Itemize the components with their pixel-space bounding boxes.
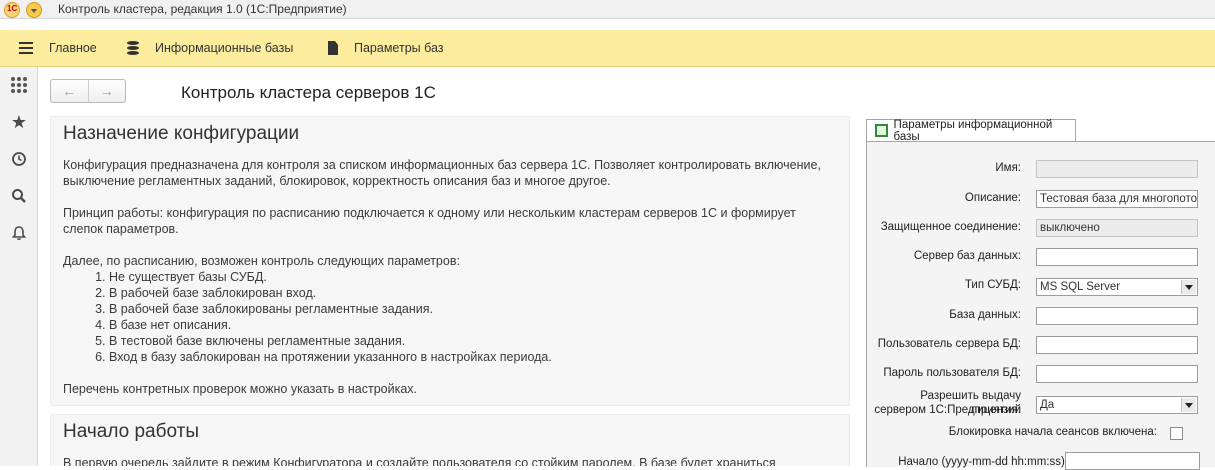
section-main-label: Главное	[49, 41, 97, 55]
tools-panel: ★	[0, 67, 38, 466]
forward-button[interactable]: →	[89, 80, 126, 102]
license-label-line-2: сервером 1С:Предприятия:	[874, 404, 1021, 416]
dbms-type-label: Тип СУБД:	[964, 279, 1021, 291]
start-heading: Начало работы	[63, 421, 200, 442]
db-user-field[interactable]	[1036, 336, 1198, 354]
purpose-paragraph-1-line-2: выключение регламентных заданий, блокиро…	[63, 174, 611, 188]
menu-icon	[19, 42, 33, 54]
search-icon[interactable]	[9, 186, 29, 206]
session-lock-checkbox[interactable]	[1170, 427, 1183, 440]
check-list: Не существует базы СУБД. В рабочей базе …	[63, 269, 841, 365]
start-paragraph-1: В первую очередь зайдите в режим Конфигу…	[63, 456, 776, 466]
description-label: Описание:	[964, 192, 1021, 204]
notifications-bell-icon[interactable]	[9, 223, 29, 243]
section-main[interactable]: Главное	[19, 30, 97, 66]
start-block: Начало работы В первую очередь зайдите в…	[50, 414, 850, 466]
secure-connection-field[interactable]: выключено	[1036, 219, 1198, 237]
app-logo-icon: 1С	[4, 2, 20, 18]
section-base-params-label: Параметры баз	[354, 41, 444, 55]
window-title: Контроль кластера, редакция 1.0 (1С:Пред…	[58, 2, 347, 16]
chevron-down-icon[interactable]	[1181, 398, 1196, 412]
database-icon	[127, 40, 139, 56]
purpose-paragraph-1-line-1: Конфигурация предназначена для контроля …	[63, 158, 821, 172]
description-content: Назначение конфигурации Конфигурация пре…	[50, 116, 850, 466]
list-item: В рабочей базе заблокирован вход.	[109, 285, 841, 301]
purpose-heading: Назначение конфигурации	[63, 123, 300, 144]
page-title: Контроль кластера серверов 1С	[181, 83, 436, 102]
purpose-paragraph-2-line-1: Принцип работы: конфигурация по расписан…	[63, 206, 796, 220]
license-value: Да	[1040, 399, 1055, 411]
database-label: База данных:	[949, 309, 1021, 321]
purpose-paragraph-4: Перечень контретных проверок можно указа…	[63, 382, 418, 396]
database-field[interactable]	[1036, 307, 1198, 325]
start-time-label: Начало (yyyy-mm-dd hh:mm:ss):	[898, 456, 1068, 468]
purpose-paragraph-2-line-2: слепок параметров.	[63, 222, 179, 236]
tab-infobase-params[interactable]: Параметры информационной базы	[866, 118, 1076, 143]
list-item: Вход в базу заблокирован на протяжении у…	[109, 349, 841, 365]
list-item: Не существует базы СУБД.	[109, 269, 841, 285]
dbms-type-value: MS SQL Server	[1040, 281, 1121, 293]
section-infobases-label: Информационные базы	[155, 41, 294, 55]
document-icon	[328, 41, 338, 55]
list-item: В рабочей базе заблокированы регламентны…	[109, 301, 841, 317]
name-label: Имя:	[995, 162, 1021, 174]
list-item: В тестовой базе включены регламентные за…	[109, 333, 841, 349]
db-password-label: Пароль пользователя БД:	[883, 367, 1021, 379]
section-base-params[interactable]: Параметры баз	[328, 30, 444, 66]
chevron-down-icon[interactable]	[1181, 280, 1196, 294]
purpose-paragraph-3: Далее, по расписанию, возможен контроль …	[63, 254, 460, 268]
list-item: В базе нет описания.	[109, 317, 841, 333]
window-title-bar: 1С Контроль кластера, редакция 1.0 (1С:П…	[0, 0, 1215, 19]
section-infobases[interactable]: Информационные базы	[127, 30, 293, 66]
name-field[interactable]	[1036, 160, 1198, 178]
infobase-params-form: Имя: Описание: Тестовая база для многопо…	[866, 141, 1215, 470]
apps-grid-icon[interactable]	[9, 75, 29, 95]
dbms-type-select[interactable]: MS SQL Server	[1036, 278, 1198, 296]
tab-infobase-params-label: Параметры информационной базы	[893, 118, 1053, 143]
start-time-field[interactable]	[1065, 452, 1200, 470]
sections-panel: Главное Информационные базы Параметры ба…	[0, 30, 1215, 67]
navigation-buttons: ← →	[50, 79, 126, 103]
app-logo-text: 1С	[7, 4, 18, 13]
session-lock-label: Блокировка начала сеансов включена:	[948, 426, 1157, 438]
back-button[interactable]: ←	[51, 80, 89, 102]
secure-connection-label: Защищенное соединение:	[880, 221, 1021, 233]
main-menu-dropdown-icon[interactable]	[26, 2, 42, 18]
purpose-block: Назначение конфигурации Конфигурация пре…	[50, 116, 850, 406]
db-password-field[interactable]	[1036, 365, 1198, 383]
history-icon[interactable]	[9, 149, 29, 169]
favorites-star-icon[interactable]: ★	[9, 112, 29, 132]
db-server-field[interactable]	[1036, 248, 1198, 266]
description-field[interactable]: Тестовая база для многопоточ	[1036, 190, 1198, 208]
license-select[interactable]: Да	[1036, 396, 1198, 414]
infobase-params-icon	[875, 124, 888, 137]
db-user-label: Пользователь сервера БД:	[877, 338, 1021, 350]
db-server-label: Сервер баз данных:	[913, 250, 1021, 262]
